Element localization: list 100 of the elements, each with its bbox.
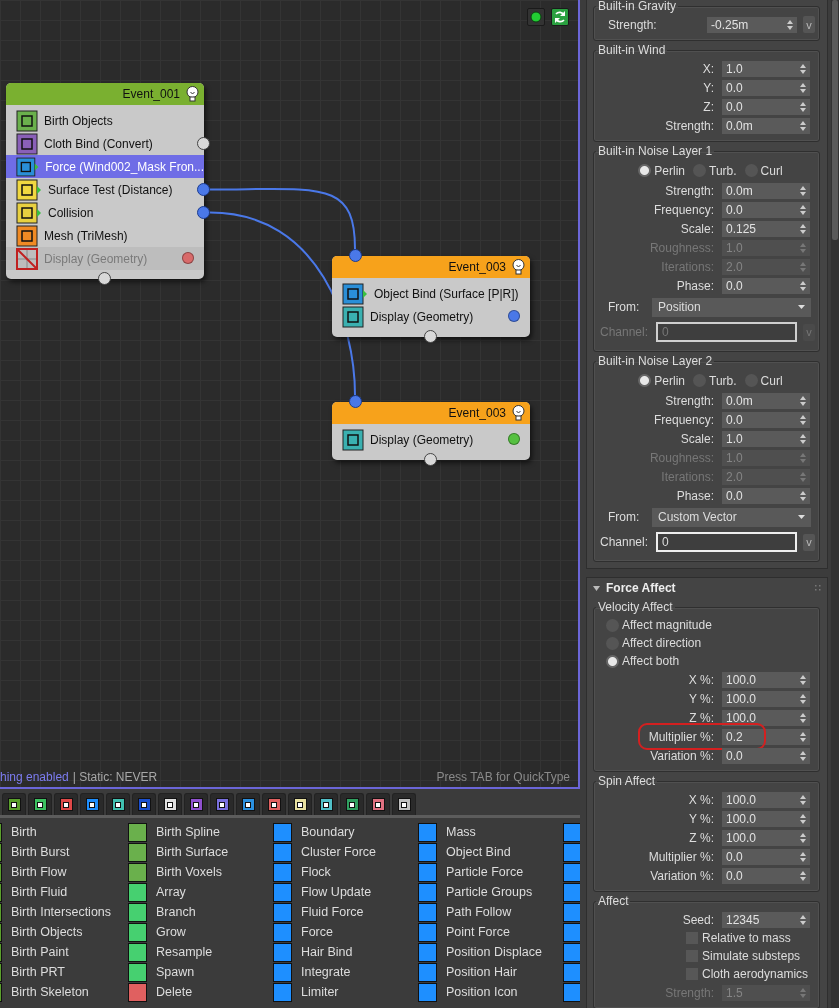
operator-entry[interactable]: Birth Fluid [0, 882, 128, 902]
toggle-button[interactable] [527, 8, 545, 26]
operator-icon[interactable] [563, 862, 580, 882]
operator-entry[interactable]: Birth Surface [128, 842, 273, 862]
status-link[interactable]: hing enabled [0, 770, 69, 784]
spinner-arrows-icon[interactable] [800, 280, 806, 291]
operator-entry[interactable]: Position Displace [418, 942, 563, 962]
operator-entry[interactable]: Resample [128, 942, 273, 962]
spinner-arrows-icon[interactable] [800, 120, 806, 131]
spinner-arrows-icon[interactable] [800, 490, 806, 501]
radio-button[interactable]: Perlin [638, 161, 686, 180]
category-tab[interactable] [132, 793, 156, 815]
operator-row[interactable]: Display (Geometry) [332, 428, 530, 451]
number-field[interactable]: 0.2 [722, 728, 810, 745]
spinner-arrows-icon[interactable] [800, 223, 806, 234]
number-field[interactable]: 1.0 [722, 60, 810, 77]
category-tab[interactable] [184, 793, 208, 815]
operator-entry[interactable]: Position Hair [418, 962, 563, 982]
number-field[interactable]: 0.0m [722, 392, 810, 409]
checkbox[interactable]: Simulate substeps [594, 947, 819, 965]
operator-entry[interactable]: Integrate [273, 962, 418, 982]
operator-entry[interactable]: Object Bind [418, 842, 563, 862]
node-canvas[interactable] [0, 0, 580, 789]
spinner-arrows-icon[interactable] [800, 794, 806, 805]
number-field[interactable]: 100.0 [722, 810, 810, 827]
number-field[interactable]: 0.0 [722, 98, 810, 115]
spinner-arrows-icon[interactable] [800, 813, 806, 824]
event-node[interactable]: Event_003 Object Bind (Surface [P|R]) Display (Geometry) [332, 256, 530, 337]
dropdown[interactable]: Position [652, 297, 811, 317]
spinner-arrows-icon[interactable] [800, 674, 806, 685]
category-tab[interactable] [54, 793, 78, 815]
operator-entry[interactable]: Birth Paint [0, 942, 128, 962]
spinner-arrows-icon[interactable] [800, 851, 806, 862]
operator-icon[interactable] [563, 842, 580, 862]
operator-icon[interactable] [563, 822, 580, 842]
operator-icon[interactable] [563, 942, 580, 962]
lightbulb-icon[interactable] [512, 405, 525, 421]
number-field[interactable]: 100.0 [722, 671, 810, 688]
operator-row[interactable]: Surface Test (Distance) [6, 178, 197, 201]
channel-field[interactable]: 0 [656, 532, 797, 552]
spinner-arrows-icon[interactable] [800, 731, 806, 742]
operator-entry[interactable]: Boundary [273, 822, 418, 842]
number-field[interactable]: 0.0 [722, 747, 810, 764]
spinner-arrows-icon[interactable] [800, 101, 806, 112]
category-tab[interactable] [158, 793, 182, 815]
spinner-arrows-icon[interactable] [800, 693, 806, 704]
operator-entry[interactable]: Particle Force [418, 862, 563, 882]
display-dot[interactable] [508, 310, 520, 322]
operator-entry[interactable]: Point Force [418, 922, 563, 942]
operator-entry[interactable]: Birth Burst [0, 842, 128, 862]
number-field[interactable]: 0.0 [722, 79, 810, 96]
operator-entry[interactable]: Birth Skeleton [0, 982, 128, 1002]
spinner-arrows-icon[interactable] [800, 204, 806, 215]
radio-button[interactable]: Affect direction [606, 634, 819, 652]
lightbulb-icon[interactable] [186, 86, 199, 102]
display-dot[interactable] [508, 433, 520, 445]
channel-button[interactable]: v [803, 533, 815, 551]
radio-button[interactable]: Turb. [693, 371, 737, 390]
spinner-arrows-icon[interactable] [800, 832, 806, 843]
radio-button[interactable]: Curl [744, 371, 783, 390]
dropdown[interactable]: Custom Vector [652, 507, 811, 527]
operator-entry[interactable]: Particle Groups [418, 882, 563, 902]
operator-entry[interactable]: Grow [128, 922, 273, 942]
spinner-arrows-icon[interactable] [787, 19, 793, 30]
operator-entry[interactable]: Flock [273, 862, 418, 882]
number-field[interactable]: -0.25m [707, 16, 797, 33]
category-tab[interactable] [262, 793, 286, 815]
number-field[interactable]: 0.0 [722, 411, 810, 428]
operator-entry[interactable]: Hair Bind [273, 942, 418, 962]
operator-entry[interactable]: Spawn [128, 962, 273, 982]
spinner-arrows-icon[interactable] [800, 433, 806, 444]
operator-entry[interactable]: Birth Voxels [128, 862, 273, 882]
event-node[interactable]: Event_003 Display (Geometry) [332, 402, 530, 460]
category-tab[interactable] [288, 793, 312, 815]
category-tab[interactable] [366, 793, 390, 815]
number-field[interactable]: 1.0 [722, 430, 810, 447]
radio-button[interactable]: Affect magnitude [606, 616, 819, 634]
number-field[interactable]: 100.0 [722, 829, 810, 846]
operator-entry[interactable]: Birth [0, 822, 128, 842]
channel-button[interactable]: v [803, 16, 815, 33]
operator-icon[interactable] [563, 922, 580, 942]
grip-icon[interactable] [815, 585, 821, 591]
lightbulb-icon[interactable] [512, 259, 525, 275]
operator-row[interactable]: Cloth Bind (Convert) [6, 132, 197, 155]
operator-icon[interactable] [563, 902, 580, 922]
number-field[interactable]: 0.0m [722, 182, 810, 199]
category-tab[interactable] [236, 793, 260, 815]
spinner-arrows-icon[interactable] [800, 870, 806, 881]
number-field[interactable]: 100.0 [722, 690, 810, 707]
checkbox[interactable]: Relative to mass [594, 929, 819, 947]
operator-icon[interactable] [563, 882, 580, 902]
number-field[interactable]: 100.0 [722, 791, 810, 808]
number-field[interactable]: 0.0m [722, 117, 810, 134]
operator-entry[interactable]: Delete [128, 982, 273, 1002]
category-tab[interactable] [2, 793, 26, 815]
operator-row[interactable]: Mesh (TriMesh) [6, 224, 204, 247]
category-tab[interactable] [314, 793, 338, 815]
checkbox[interactable]: Cloth aerodynamics [594, 965, 819, 983]
operator-row[interactable]: Birth Objects [6, 109, 204, 132]
spinner-arrows-icon[interactable] [800, 414, 806, 425]
